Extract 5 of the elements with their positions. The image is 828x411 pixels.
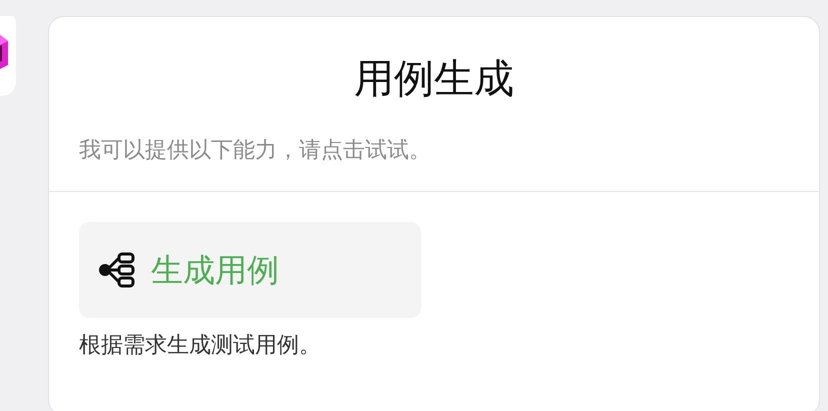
card-subtitle: 我可以提供以下能力，请点击试试。 <box>79 137 431 162</box>
action-button[interactable]: 生成用例 <box>79 222 421 318</box>
tree-icon <box>97 252 137 288</box>
action-description: 根据需求生成测试用例。 <box>79 331 322 359</box>
card-title: 用例生成 <box>354 56 514 103</box>
